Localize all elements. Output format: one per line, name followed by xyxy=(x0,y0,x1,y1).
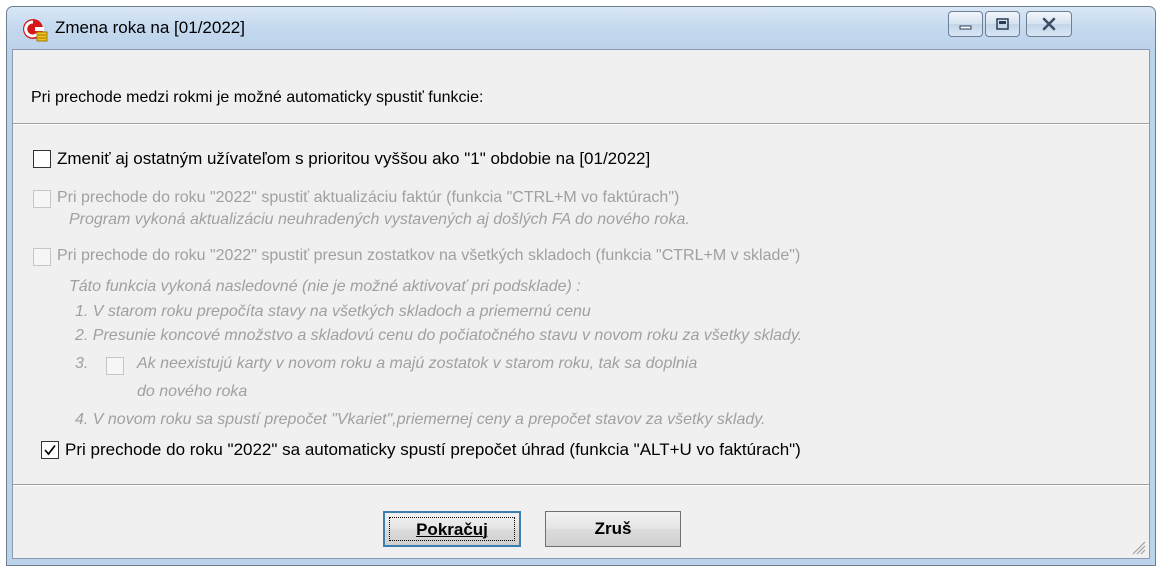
move-stock-description: Táto funkcia vykoná nasledovné (nie je m… xyxy=(69,278,581,295)
add-missing-cards-label[interactable]: Ak neexistujú karty v novom roku a majú … xyxy=(137,355,697,373)
resize-grip-icon[interactable] xyxy=(1130,539,1146,555)
cancel-button[interactable]: Zruš xyxy=(545,511,681,547)
change-users-period-checkbox[interactable] xyxy=(33,150,51,168)
cancel-button-label: Zruš xyxy=(594,519,632,538)
move-stock-balances-checkbox[interactable] xyxy=(33,248,51,266)
close-button[interactable] xyxy=(1026,11,1072,37)
maximize-icon xyxy=(996,18,1009,30)
move-stock-step-2: 2. Presunie koncové množstvo a skladovú … xyxy=(75,327,803,344)
continue-button-label: Pokračuj xyxy=(416,520,488,539)
bottom-separator xyxy=(13,484,1149,486)
dialog-window: Zmena roka na [01/2022] Pri prechode med… xyxy=(6,6,1156,566)
add-missing-cards-label-line2: do nového roka xyxy=(137,383,248,400)
recalc-payments-checkbox[interactable] xyxy=(41,441,59,459)
change-users-period-label[interactable]: Zmeniť aj ostatným užívateľom s priorito… xyxy=(57,149,650,169)
continue-button[interactable]: Pokračuj xyxy=(383,511,521,547)
recalc-payments-label[interactable]: Pri prechode do roku "2022" sa automatic… xyxy=(65,440,801,460)
add-missing-cards-checkbox[interactable] xyxy=(106,357,124,375)
dialog-content: Pri prechode medzi rokmi je možné automa… xyxy=(12,49,1150,559)
app-logo-icon xyxy=(23,19,48,42)
minimize-button[interactable] xyxy=(948,11,983,37)
checkmark-icon xyxy=(44,444,56,456)
top-separator xyxy=(13,123,1149,125)
move-stock-step-4: 4. V novom roku sa spustí prepočet "Vkar… xyxy=(75,411,766,428)
move-stock-step-1: 1. V starom roku prepočíta stavy na všet… xyxy=(75,303,591,320)
update-invoices-label[interactable]: Pri prechode do roku "2022" spustiť aktu… xyxy=(57,189,679,207)
minimize-icon xyxy=(959,25,972,30)
intro-text: Pri prechode medzi rokmi je možné automa… xyxy=(31,89,484,106)
close-icon xyxy=(1042,17,1056,31)
update-invoices-checkbox[interactable] xyxy=(33,190,51,208)
window-title: Zmena roka na [01/2022] xyxy=(55,18,245,37)
title-bar[interactable]: Zmena roka na [01/2022] xyxy=(7,7,1155,49)
move-stock-balances-label[interactable]: Pri prechode do roku "2022" spustiť pres… xyxy=(57,247,800,265)
maximize-button[interactable] xyxy=(985,11,1020,37)
move-stock-step-3-number: 3. xyxy=(75,355,89,372)
update-invoices-description: Program vykoná aktualizáciu neuhradených… xyxy=(69,211,690,228)
